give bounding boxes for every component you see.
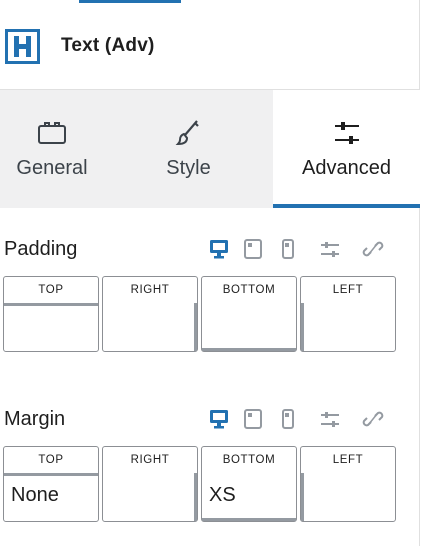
padding-right-field[interactable]: RIGHT [102,276,198,352]
block-header: Text (Adv) [0,3,420,90]
top-side-bar [4,303,98,306]
tab-style[interactable]: Style [104,90,273,208]
margin-label: Margin [4,408,66,430]
sliders-icon[interactable] [319,238,341,260]
desktop-icon[interactable] [208,408,230,430]
padding-bottom-label: BOTTOM [222,284,276,296]
block-title: Text (Adv) [61,35,155,56]
padding-device-toggles [208,238,388,262]
left-side-bar [301,473,304,521]
tab-general[interactable]: General [0,90,104,208]
padding-label: Padding [4,238,78,260]
padding-top-field[interactable]: TOP [3,276,99,352]
tablet-icon[interactable] [242,408,264,430]
tab-advanced[interactable]: Advanced [273,90,420,208]
left-side-bar [301,303,304,351]
sliders-icon [334,122,359,144]
right-side-bar [194,473,197,521]
margin-right-label: RIGHT [130,454,170,466]
top-side-bar [4,473,98,476]
padding-right-label: RIGHT [130,284,170,296]
mobile-icon[interactable] [277,408,299,430]
margin-left-field[interactable]: LEFT [300,446,396,522]
unlink-icon[interactable] [362,408,384,430]
block-settings-panel: Text (Adv) General Style Advanced Paddin… [0,0,428,546]
tab-advanced-label: Advanced [302,157,391,179]
margin-top-label: TOP [38,454,64,466]
margin-top-value: None [11,484,59,506]
tab-style-label: Style [166,157,211,179]
margin-top-field[interactable]: TOP None [3,446,99,522]
unlink-icon[interactable] [362,238,384,260]
margin-bottom-value: XS [209,484,236,506]
bottom-side-bar [202,518,296,521]
margin-bottom-field[interactable]: BOTTOM XS [201,446,297,522]
padding-bottom-field[interactable]: BOTTOM [201,276,297,352]
margin-box-row: TOP None RIGHT BOTTOM XS LEFT [3,446,396,522]
paintbrush-icon [175,120,199,146]
desktop-icon[interactable] [208,238,230,260]
bottom-side-bar [202,348,296,351]
tablet-icon[interactable] [242,238,264,260]
mobile-icon[interactable] [277,238,299,260]
right-side-bar [194,303,197,351]
sliders-icon[interactable] [319,408,341,430]
padding-left-field[interactable]: LEFT [300,276,396,352]
active-tab-indicator [273,204,420,208]
padding-left-label: LEFT [332,284,364,296]
suitcase-icon [38,122,66,144]
tab-general-label: General [16,157,88,179]
settings-tabs: General Style Advanced [0,90,420,208]
margin-bottom-label: BOTTOM [222,454,276,466]
heading-h-icon [5,29,40,64]
padding-box-row: TOP RIGHT BOTTOM LEFT [3,276,396,352]
padding-top-label: TOP [38,284,64,296]
margin-device-toggles [208,408,388,432]
margin-left-label: LEFT [332,454,364,466]
margin-right-field[interactable]: RIGHT [102,446,198,522]
